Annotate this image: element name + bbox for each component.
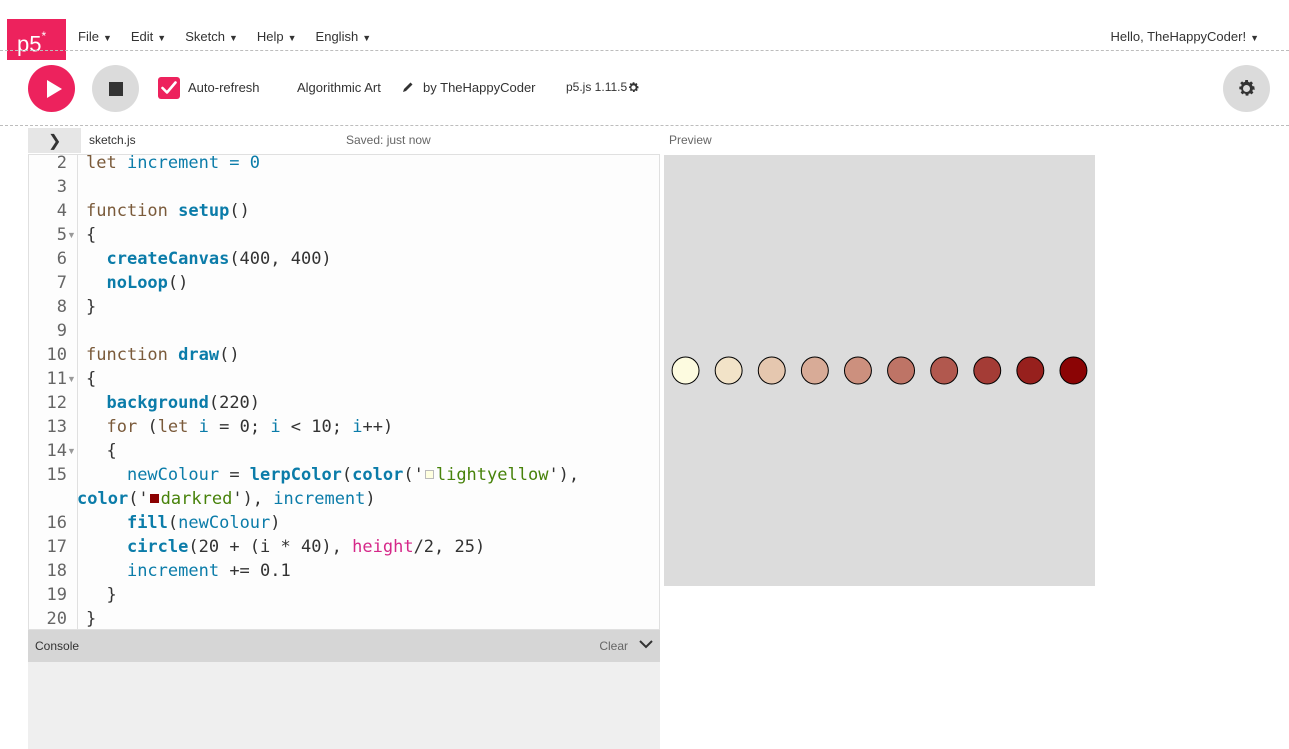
fold-arrow-icon[interactable]: ▼ (67, 446, 76, 456)
line-gutter: 2 3 4 5 ▼ 6 7 8 9 10 11 ▼ 12 13 14 ▼ 15 16 17 18 19 20 (29, 155, 77, 629)
chevron-down-icon[interactable] (638, 636, 654, 652)
line-number: 10 (46, 345, 67, 365)
preview-circle (1016, 356, 1045, 385)
play-icon (47, 80, 62, 98)
auto-refresh-checkbox[interactable] (158, 77, 180, 99)
line-number: 8 (56, 297, 67, 317)
chevron-right-icon: ❯ (48, 133, 62, 150)
console-clear-button[interactable]: Clear (599, 639, 628, 653)
line-number: 3 (56, 177, 67, 197)
line-number: 19 (46, 585, 67, 605)
caret-down-icon: ▼ (362, 33, 372, 43)
sidebar-toggle-button[interactable]: ❯ (28, 128, 81, 153)
code-line-8[interactable]: } (86, 297, 96, 317)
menu-help[interactable]: Help ▼ (257, 29, 297, 44)
code-line-10[interactable]: function draw() (86, 345, 240, 365)
preview-circle (714, 356, 743, 385)
caret-down-icon: ▼ (1250, 33, 1259, 43)
preview-circle (843, 356, 872, 385)
gear-icon[interactable] (627, 81, 640, 94)
menu-file[interactable]: File ▼ (78, 29, 112, 44)
line-number: 4 (56, 201, 67, 221)
preview-drawing (671, 356, 1088, 385)
settings-button[interactable] (1223, 65, 1270, 112)
code-editor[interactable]: 2 3 4 5 ▼ 6 7 8 9 10 11 ▼ 12 13 14 ▼ 15 16 17 18 19 20 let in… (28, 154, 660, 630)
caret-down-icon: ▼ (157, 33, 167, 43)
code-line-14[interactable]: { (86, 441, 116, 461)
top-nav: p5* File ▼ Edit ▼ Sketch ▼ Help ▼ English ▼ H… (0, 0, 1289, 60)
code-line-20[interactable]: } (86, 609, 96, 629)
line-number: 2 (56, 154, 67, 173)
line-number: 11 (46, 369, 67, 389)
caret-down-icon: ▼ (228, 33, 238, 43)
owner-link[interactable]: TheHappyCoder (440, 80, 535, 95)
preview-circle (887, 356, 916, 385)
saved-status: Saved: just now (346, 133, 431, 147)
preview-circle (671, 356, 700, 385)
code-line-16[interactable]: fill(newColour) (86, 513, 281, 533)
code-line-7[interactable]: noLoop() (86, 273, 188, 293)
preview-circle (800, 356, 829, 385)
menu-language[interactable]: English ▼ (316, 29, 372, 44)
line-number: 18 (46, 561, 67, 581)
stop-icon (109, 82, 123, 96)
preview-label: Preview (669, 133, 712, 147)
color-swatch-darkred (149, 494, 159, 503)
line-number: 15 (46, 465, 67, 485)
toolbar-divider (0, 125, 1289, 126)
stop-button[interactable] (92, 65, 139, 112)
auto-refresh-label[interactable]: Auto-refresh (188, 80, 260, 95)
user-menu[interactable]: Hello, TheHappyCoder! ▼ (1110, 29, 1259, 44)
line-number: 5 (56, 225, 67, 245)
console-output[interactable] (28, 662, 660, 749)
fold-arrow-icon[interactable]: ▼ (67, 230, 76, 240)
code-line-19[interactable]: } (86, 585, 116, 605)
preview-circle (973, 356, 1002, 385)
code-line-12[interactable]: background(220) (86, 393, 260, 413)
preview-circle (1059, 356, 1088, 385)
line-number: 12 (46, 393, 67, 413)
code-line-13[interactable]: for (let i = 0; i < 10; i++) (86, 417, 393, 437)
menu-edit[interactable]: Edit ▼ (131, 29, 166, 44)
file-name: sketch.js (89, 133, 136, 147)
main-menu: File ▼ Edit ▼ Sketch ▼ Help ▼ English ▼ (78, 29, 390, 44)
p5-logo[interactable]: p5* (7, 19, 66, 60)
caret-down-icon: ▼ (102, 33, 112, 43)
gutter-divider (77, 155, 78, 629)
gear-icon (1239, 80, 1255, 96)
line-number: 7 (56, 273, 67, 293)
line-number: 9 (56, 321, 67, 341)
pencil-icon[interactable] (402, 81, 414, 93)
code-line-6[interactable]: createCanvas(400, 400) (86, 249, 331, 269)
project-owner: by TheHappyCoder (423, 80, 536, 95)
preview-circle (757, 356, 786, 385)
line-number: 13 (46, 417, 67, 437)
line-number: 14 (46, 441, 67, 461)
checkmark-icon (161, 81, 177, 94)
line-number: 17 (46, 537, 67, 557)
code-line-11[interactable]: { (86, 369, 96, 389)
code-line-2[interactable]: let increment = 0 (86, 155, 260, 173)
preview-circle (930, 356, 959, 385)
code-line-5[interactable]: { (86, 225, 96, 245)
color-swatch-lightyellow (424, 470, 434, 479)
code-line-17[interactable]: circle(20 + (i * 40), height/2, 25) (86, 537, 485, 557)
code-line-18[interactable]: increment += 0.1 (86, 561, 291, 581)
fold-arrow-icon[interactable]: ▼ (67, 374, 76, 384)
menu-sketch[interactable]: Sketch ▼ (185, 29, 238, 44)
play-button[interactable] (28, 65, 75, 112)
p5-version[interactable]: p5.js 1.11.5 (566, 80, 627, 94)
caret-down-icon: ▼ (287, 33, 297, 43)
line-number: 16 (46, 513, 67, 533)
project-name[interactable]: Algorithmic Art (297, 80, 381, 95)
line-number: 20 (46, 609, 67, 629)
code-line-15-wrap[interactable]: color(' darkred'), increment) (77, 489, 376, 509)
code-line-15[interactable]: newColour = lerpColor(color(' lightyellow… (86, 465, 579, 485)
nav-divider (0, 50, 1289, 51)
console-header: Console Clear (28, 630, 660, 662)
line-number: 6 (56, 249, 67, 269)
code-line-4[interactable]: function setup() (86, 201, 250, 221)
console-label: Console (35, 639, 80, 653)
sketch-preview-canvas[interactable] (664, 155, 1095, 586)
